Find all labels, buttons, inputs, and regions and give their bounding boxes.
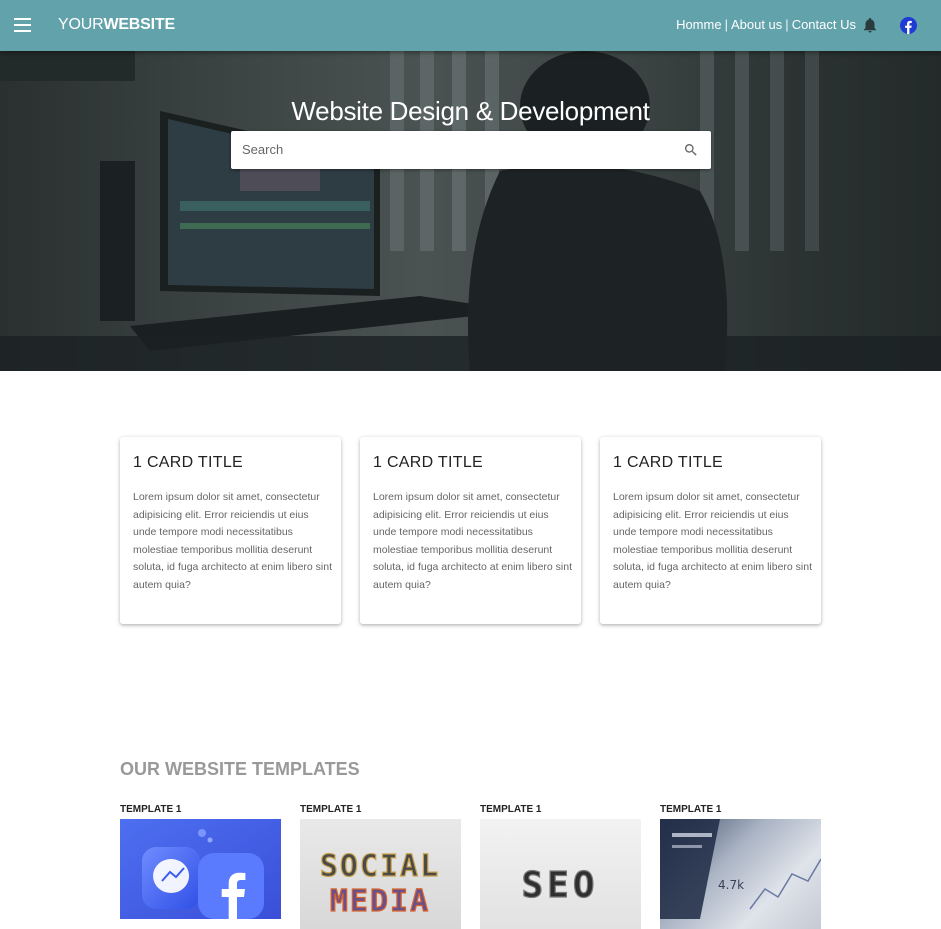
info-card: 1 CARD TITLE Lorem ipsum dolor sit amet,… bbox=[360, 437, 581, 624]
template-card[interactable]: TEMPLATE 1 SEO bbox=[480, 804, 641, 929]
template-card[interactable]: TEMPLATE 1 SOCIAL MEDIA bbox=[300, 804, 461, 929]
card-text: Lorem ipsum dolor sit amet, consectetur … bbox=[613, 491, 813, 591]
nav-about-link[interactable]: About us bbox=[731, 17, 782, 32]
analytics-image-text: 4.7k bbox=[718, 878, 744, 892]
info-card: 1 CARD TITLE Lorem ipsum dolor sit amet,… bbox=[600, 437, 821, 624]
template-label: TEMPLATE 1 bbox=[480, 804, 542, 815]
card-title: 1 CARD TITLE bbox=[133, 454, 243, 471]
top-nav: Homme | About us | Contact Us bbox=[676, 17, 856, 32]
card-title: 1 CARD TITLE bbox=[373, 454, 483, 471]
menu-icon[interactable] bbox=[14, 18, 31, 32]
template-image-seo[interactable]: SEO bbox=[480, 819, 641, 929]
brand-logo[interactable]: YOURWEBSITE bbox=[58, 16, 175, 34]
card-text: Lorem ipsum dolor sit amet, consectetur … bbox=[373, 491, 573, 591]
search-input[interactable] bbox=[240, 141, 664, 158]
facebook-icon[interactable] bbox=[900, 17, 917, 34]
template-image-social-media[interactable]: SOCIAL MEDIA bbox=[300, 819, 461, 929]
hero-banner: Website Design & Development bbox=[0, 51, 941, 371]
media-image-text: MEDIA bbox=[330, 884, 430, 919]
card-title: 1 CARD TITLE bbox=[613, 454, 723, 471]
template-card[interactable]: TEMPLATE 1 4.7k bbox=[660, 804, 821, 929]
nav-home-link[interactable]: Homme bbox=[676, 17, 722, 32]
seo-image-text: SEO bbox=[521, 865, 598, 906]
app-bar: YOURWEBSITE Homme | About us | Contact U… bbox=[0, 0, 941, 51]
nav-contact-link[interactable]: Contact Us bbox=[792, 17, 856, 32]
brand-bold: WEBSITE bbox=[103, 16, 175, 33]
bell-icon[interactable] bbox=[861, 16, 879, 34]
nav-separator: | bbox=[724, 17, 728, 32]
info-card: 1 CARD TITLE Lorem ipsum dolor sit amet,… bbox=[120, 437, 341, 624]
template-image-messenger-facebook[interactable] bbox=[120, 819, 281, 929]
search-icon[interactable] bbox=[683, 142, 699, 158]
brand-light: YOUR bbox=[58, 16, 104, 33]
nav-separator: | bbox=[785, 17, 789, 32]
search-box bbox=[231, 131, 711, 169]
template-label: TEMPLATE 1 bbox=[660, 804, 722, 815]
hero-title: Website Design & Development bbox=[291, 96, 650, 126]
templates-section-title: OUR WEBSITE TEMPLATES bbox=[120, 759, 360, 779]
template-label: TEMPLATE 1 bbox=[120, 804, 182, 815]
card-text: Lorem ipsum dolor sit amet, consectetur … bbox=[133, 491, 333, 591]
template-card[interactable]: TEMPLATE 1 bbox=[120, 804, 281, 929]
template-label: TEMPLATE 1 bbox=[300, 804, 362, 815]
template-image-analytics[interactable]: 4.7k bbox=[660, 819, 821, 929]
social-image-text: SOCIAL bbox=[320, 849, 440, 884]
